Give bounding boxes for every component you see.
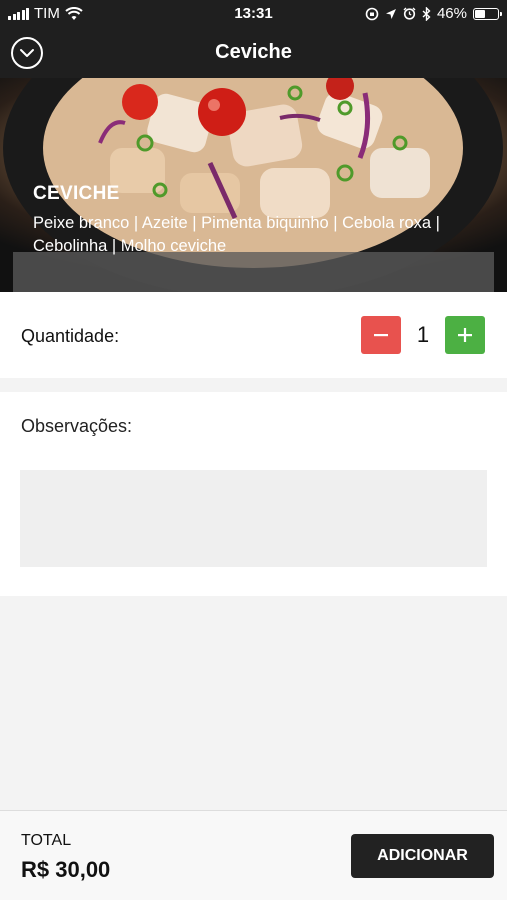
product-name: CEVICHE — [33, 183, 120, 204]
total-label: TOTAL — [21, 832, 72, 849]
plus-icon — [458, 328, 472, 342]
add-to-cart-button[interactable]: ADICIONAR — [351, 834, 494, 878]
notes-input[interactable] — [20, 470, 487, 567]
battery-level — [475, 9, 485, 18]
notes-label: Observações: — [21, 416, 133, 436]
increase-quantity-button[interactable] — [445, 316, 485, 354]
order-footer: TOTAL R$ 30,00 ADICIONAR — [0, 810, 507, 900]
battery-percent: 46% — [436, 5, 467, 22]
nav-bar: Ceviche — [0, 28, 507, 78]
status-right: 46% — [365, 5, 502, 22]
minus-icon — [374, 334, 388, 337]
notes-card: Observações: — [0, 392, 507, 596]
quantity-label: Quantidade: — [21, 326, 120, 346]
quantity-card: Quantidade: 1 — [0, 292, 507, 378]
status-bar: TIM 13:31 46% — [0, 0, 507, 28]
alarm-icon — [403, 7, 416, 20]
quantity-value: 1 — [416, 322, 430, 347]
page-title: Ceviche — [215, 41, 292, 63]
location-icon — [385, 8, 396, 19]
product-screen: TIM 13:31 46% Ceviche CEVICHE Peixe bran… — [0, 0, 507, 900]
screen-rotation-lock-icon — [365, 7, 379, 20]
total-value: R$ 30,00 — [21, 857, 111, 882]
product-description: Peixe branco | Azeite | Pimenta biquinho… — [33, 214, 440, 255]
product-info-overlay — [13, 252, 494, 292]
battery-icon — [473, 7, 502, 20]
bluetooth-icon — [422, 6, 431, 21]
decrease-quantity-button[interactable] — [361, 316, 401, 354]
